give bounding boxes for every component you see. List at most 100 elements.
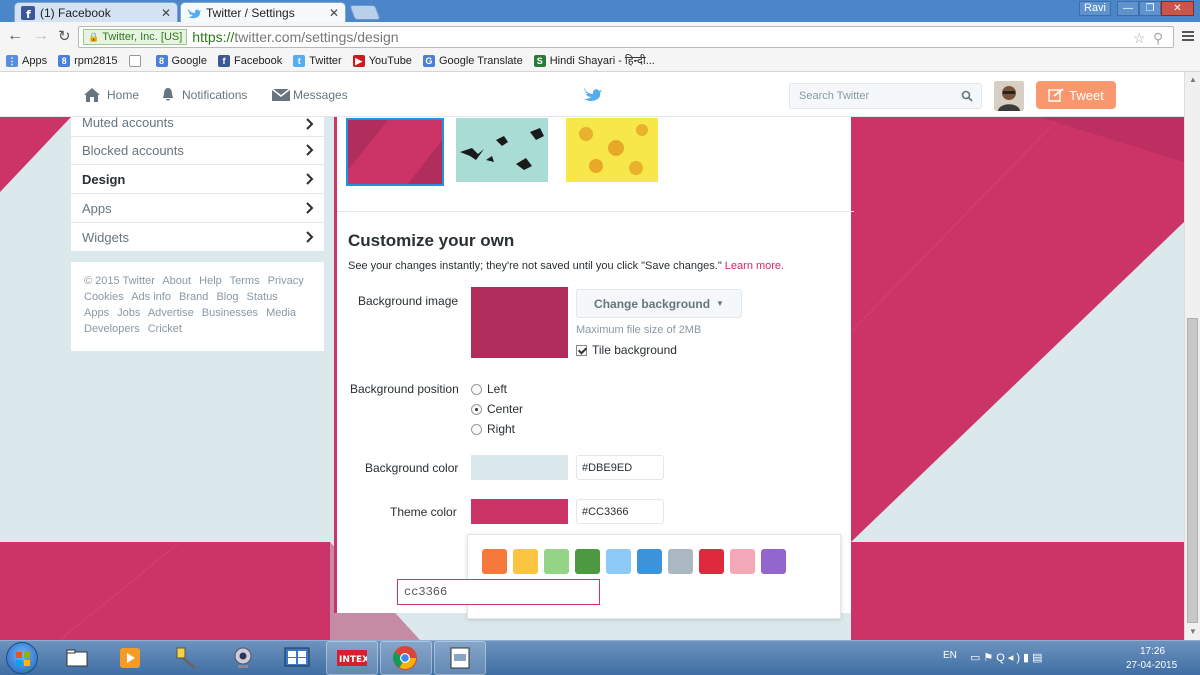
extension-icon[interactable]: ⚲ (1153, 30, 1163, 47)
close-tab-icon[interactable]: ✕ (161, 6, 171, 20)
footer-link[interactable]: Brand (179, 291, 208, 303)
theme-color-hex-input[interactable]: #CC3366 (576, 499, 664, 524)
chrome-icon[interactable] (390, 643, 420, 673)
close-window-button[interactable]: ✕ (1161, 1, 1194, 16)
footer-link[interactable]: About (162, 275, 191, 287)
avatar[interactable] (994, 81, 1024, 111)
menu-item-design[interactable]: Design (71, 165, 324, 194)
bookmark-facebook[interactable]: f Facebook (217, 54, 282, 67)
menu-item-blocked-accounts[interactable]: Blocked accounts (71, 136, 324, 165)
position-center-radio[interactable] (471, 403, 482, 415)
footer-link[interactable]: Businesses (202, 307, 258, 319)
footer-link[interactable]: Cricket (148, 323, 182, 335)
q-icon[interactable]: Q (996, 652, 1008, 664)
tools-icon[interactable] (170, 643, 200, 673)
footer-link[interactable]: Developers (84, 323, 140, 335)
start-button[interactable] (6, 642, 38, 674)
footer-link[interactable]: Cookies (84, 291, 124, 303)
clock-date[interactable]: 27-04-2015 (1126, 660, 1177, 671)
close-tab-icon[interactable]: ✕ (329, 6, 339, 20)
custom-hex-input[interactable]: cc3366 (397, 579, 600, 605)
palette-swatch-orange[interactable] (482, 549, 507, 574)
theme-thumb-pink[interactable] (346, 118, 444, 186)
position-center-option[interactable]: Center (471, 402, 523, 416)
bookmark-apps[interactable]: ⋮ Apps (6, 54, 47, 67)
volume-icon[interactable]: ◂) (1008, 652, 1023, 664)
change-background-button[interactable]: Change background ▼ (576, 289, 742, 318)
search-icon[interactable] (961, 90, 973, 102)
theme-thumb-leaves[interactable] (566, 118, 658, 182)
footer-link[interactable]: Advertise (148, 307, 194, 319)
bookmark-hindi-shayari[interactable]: S Hindi Shayari - हिन्दी... (533, 53, 655, 68)
bookmark-rpm2815[interactable]: 8 rpm2815 (58, 54, 118, 67)
bookmark-youtube[interactable]: ▶ YouTube (352, 54, 412, 67)
nav-messages[interactable]: Messages (271, 87, 348, 103)
footer-link[interactable]: Privacy (268, 275, 304, 287)
position-left-option[interactable]: Left (471, 382, 507, 396)
minimize-button[interactable]: — (1117, 1, 1139, 16)
restore-button[interactable]: ❐ (1139, 1, 1161, 16)
chrome-menu-icon[interactable] (1182, 30, 1194, 42)
palette-swatch-purple[interactable] (761, 549, 786, 574)
palette-swatch-light-blue[interactable] (606, 549, 631, 574)
bookmark-blank[interactable] (128, 54, 145, 67)
menu-item-apps[interactable]: Apps (71, 194, 324, 223)
footer-link[interactable]: Ads info (131, 291, 171, 303)
bookmark-star-icon[interactable]: ☆ (1133, 30, 1146, 47)
ev-certificate-badge[interactable]: 🔒 Twitter, Inc. [US] (83, 29, 188, 45)
palette-swatch-gray[interactable] (668, 549, 693, 574)
page-scrollbar[interactable]: ▲ ▼ (1184, 72, 1200, 640)
address-bar[interactable]: 🔒 Twitter, Inc. [US] https://twitter.com… (78, 26, 1174, 48)
palette-swatch-pink[interactable] (730, 549, 755, 574)
theme-color-swatch[interactable] (471, 499, 568, 524)
scroll-down-arrow-icon[interactable]: ▼ (1189, 627, 1197, 636)
position-left-radio[interactable] (471, 383, 482, 395)
system-tray-icons[interactable]: ▭⚑Q◂)▮▤ (970, 651, 1046, 664)
palette-swatch-red[interactable] (699, 549, 724, 574)
learn-more-link[interactable]: Learn more. (725, 260, 784, 272)
tweet-button[interactable]: Tweet (1036, 81, 1116, 109)
network-icon[interactable]: ▭ (970, 652, 983, 664)
menu-item-widgets[interactable]: Widgets (71, 223, 324, 252)
twitter-logo-icon[interactable] (583, 85, 603, 103)
menu-item-muted-accounts[interactable]: Muted accounts (71, 108, 324, 137)
reload-icon[interactable]: ↻ (58, 27, 71, 45)
footer-link[interactable]: Status (247, 291, 278, 303)
footer-link[interactable]: Apps (84, 307, 109, 319)
search-input[interactable]: Search Twitter (789, 83, 982, 109)
bookmark-google[interactable]: 8 Google (155, 54, 207, 67)
control-panel-icon[interactable] (282, 643, 312, 673)
theme-thumb-birds[interactable] (456, 118, 548, 182)
back-arrow-icon[interactable]: ← (7, 27, 23, 45)
intex-icon[interactable]: INTEX (337, 643, 367, 673)
position-right-radio[interactable] (471, 423, 482, 435)
position-right-option[interactable]: Right (471, 422, 515, 436)
scroll-up-arrow-icon[interactable]: ▲ (1189, 75, 1197, 84)
palette-swatch-blue[interactable] (637, 549, 662, 574)
bookmark-google-translate[interactable]: G Google Translate (422, 54, 523, 67)
footer-link[interactable]: Terms (230, 275, 260, 287)
footer-link[interactable]: Blog (216, 291, 238, 303)
tab-facebook[interactable]: f (1) Facebook ✕ (14, 2, 178, 22)
bg-image-preview[interactable] (471, 287, 568, 358)
tile-background-checkbox[interactable] (576, 344, 587, 356)
webcam-icon[interactable] (228, 643, 258, 673)
footer-link[interactable]: Help (199, 275, 222, 287)
language-indicator[interactable]: EN (943, 650, 957, 661)
scrollbar-thumb[interactable] (1187, 318, 1198, 623)
power-icon[interactable]: ▮ (1023, 652, 1032, 664)
profile-name[interactable]: Ravi (1079, 1, 1111, 16)
new-tab-button[interactable] (349, 5, 381, 20)
flag-icon[interactable]: ⚑ (983, 652, 996, 664)
tile-background-row[interactable]: Tile background (576, 343, 677, 357)
palette-swatch-yellow[interactable] (513, 549, 538, 574)
forward-arrow-icon[interactable]: → (33, 27, 49, 45)
footer-link[interactable]: Jobs (117, 307, 140, 319)
bookmark-twitter[interactable]: t Twitter (293, 54, 342, 67)
bg-color-swatch[interactable] (471, 455, 568, 480)
bg-color-hex-input[interactable]: #DBE9ED (576, 455, 664, 480)
nav-notifications[interactable]: Notifications (160, 87, 247, 103)
printer-icon[interactable]: ▤ (1032, 652, 1045, 664)
media-player-icon[interactable] (115, 643, 145, 673)
tab-twitter-settings[interactable]: Twitter / Settings ✕ (180, 2, 346, 22)
